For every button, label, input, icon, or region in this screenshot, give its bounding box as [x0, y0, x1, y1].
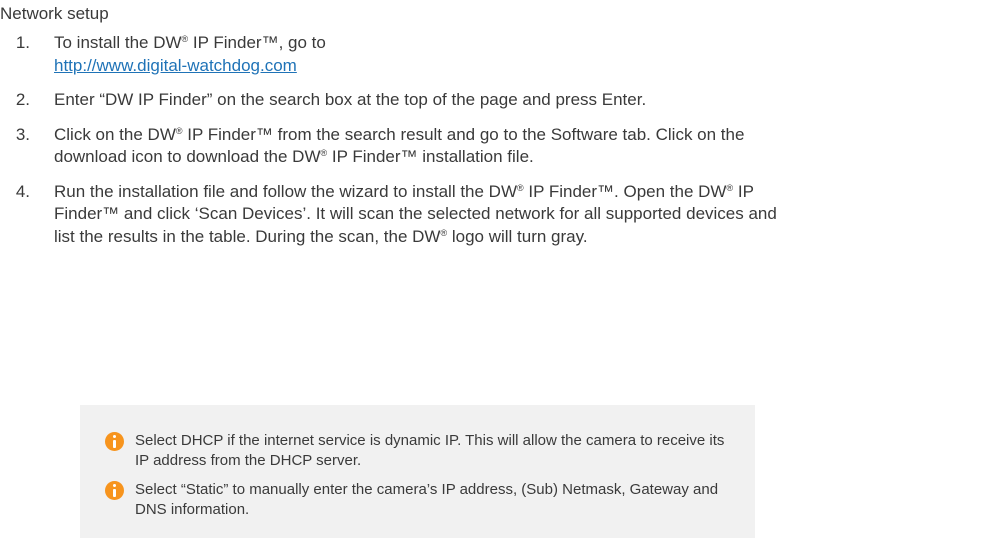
note-text: Select DHCP if the internet service is d… — [135, 432, 725, 469]
step-number: 3. — [15, 124, 30, 144]
note-box: Select DHCP if the internet service is d… — [80, 405, 755, 538]
step-text-wrapper: To install the DW® IP Finder™, go to htt… — [54, 32, 780, 77]
list-item-step-1: 1. To install the DW® IP Finder™, go to … — [0, 32, 780, 77]
step-text: To install the DW® IP Finder™, go to — [54, 33, 326, 52]
list-item-step-4: 4. Run the installation file and follow … — [0, 181, 780, 249]
step-number: 2. — [15, 90, 30, 109]
step-number: 4. — [15, 181, 30, 201]
step-text: Click on the DW® IP Finder™ from the sea… — [54, 124, 745, 167]
steps-list: 1. To install the DW® IP Finder™, go to … — [0, 32, 780, 260]
info-icon — [105, 481, 124, 500]
step-number: 1. — [15, 33, 30, 52]
website-link[interactable]: http://www.digital-watchdog.com — [54, 55, 780, 78]
step-text: Run the installation file and follow the… — [54, 181, 777, 246]
list-item-step-3: 3. Click on the DW® IP Finder™ from the … — [0, 124, 780, 169]
section-title: Network setup — [0, 4, 109, 23]
step-text: Enter “DW IP Finder” on the search box a… — [54, 90, 647, 109]
note-static: Select “Static” to manually enter the ca… — [105, 480, 735, 519]
note-text: Select “Static” to manually enter the ca… — [135, 481, 719, 518]
info-icon — [105, 432, 124, 451]
note-dhcp: Select DHCP if the internet service is d… — [105, 431, 735, 470]
list-item-step-2: 2. Enter “DW IP Finder” on the search bo… — [0, 89, 780, 112]
